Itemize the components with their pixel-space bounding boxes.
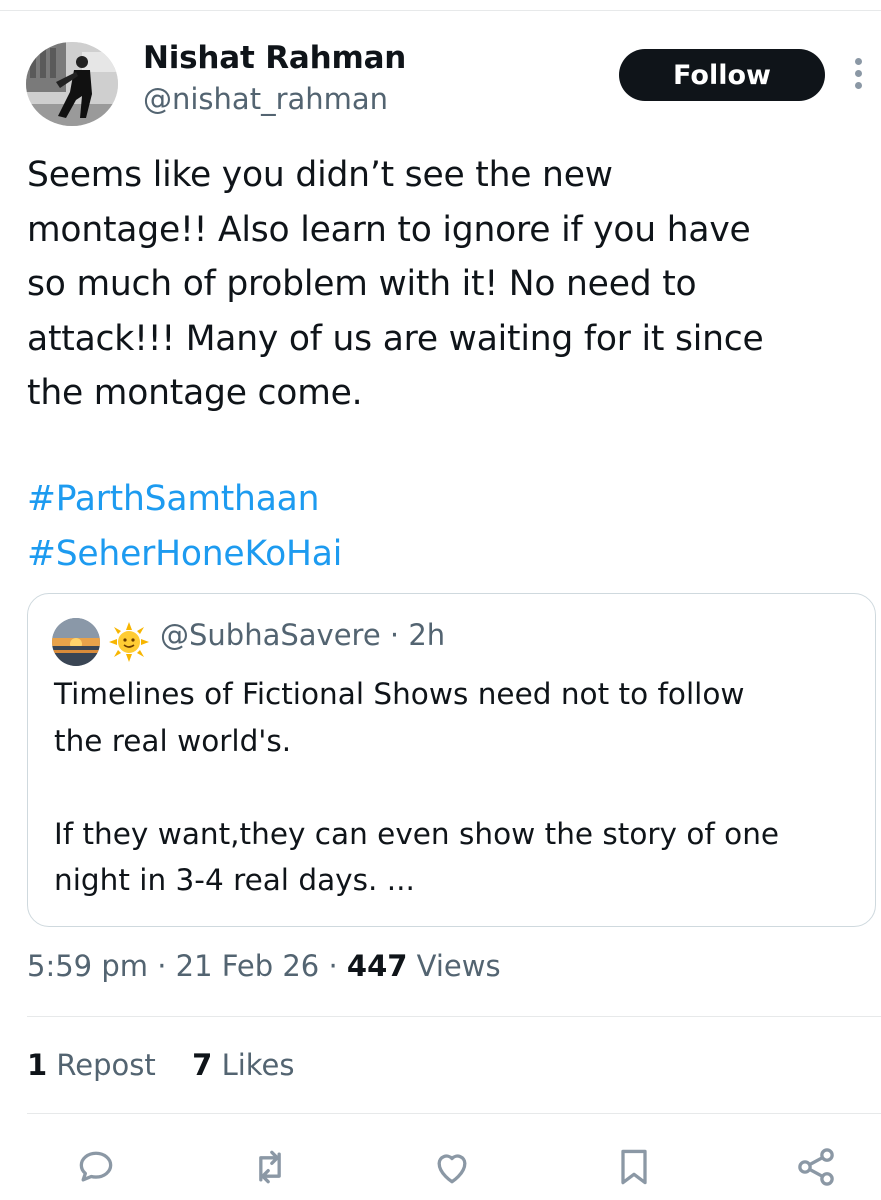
- views-count: 447: [346, 949, 408, 983]
- quoted-tweet-card[interactable]: @SubhaSavere · 2h Timelines of Fictional…: [27, 593, 876, 927]
- bookmark-icon[interactable]: [612, 1145, 656, 1189]
- author-name[interactable]: Nishat Rahman: [143, 40, 406, 76]
- likes-label: Likes: [221, 1048, 295, 1082]
- likes-stat[interactable]: 7 Likes: [192, 1048, 294, 1082]
- reposts-stat[interactable]: 1 Repost: [27, 1048, 165, 1082]
- author-avatar[interactable]: [26, 42, 118, 126]
- meta-separator: ·: [157, 949, 167, 983]
- quoted-author-avatar: [52, 618, 100, 666]
- quoted-author-handle[interactable]: @SubhaSavere: [160, 618, 381, 652]
- divider: [27, 1016, 881, 1017]
- follow-button[interactable]: Follow: [619, 49, 825, 101]
- share-icon[interactable]: [794, 1145, 838, 1189]
- tweet-date[interactable]: 21 Feb 26: [176, 949, 320, 983]
- reposts-count: 1: [27, 1048, 48, 1082]
- repost-icon[interactable]: [248, 1145, 292, 1189]
- quoted-tweet-meta: @SubhaSavere · 2h: [160, 618, 445, 652]
- reposts-label: Repost: [56, 1048, 156, 1082]
- meta-separator: ·: [389, 618, 400, 652]
- views-label: Views: [416, 949, 501, 983]
- hashtag-link[interactable]: #SeherHoneKoHai: [27, 527, 342, 582]
- hashtag-list: #ParthSamthaan #SeherHoneKoHai: [27, 472, 342, 581]
- top-divider: [0, 10, 881, 11]
- tweet-timestamp-row: 5:59 pm · 21 Feb 26 · 447 Views: [27, 949, 501, 983]
- author-handle[interactable]: @nishat_rahman: [143, 82, 388, 116]
- tweet-time[interactable]: 5:59 pm: [27, 949, 148, 983]
- likes-count: 7: [192, 1048, 213, 1082]
- quoted-tweet-text: Timelines of Fictional Shows need not to…: [54, 677, 780, 897]
- reply-icon[interactable]: [74, 1145, 118, 1189]
- more-options-icon[interactable]: [848, 58, 868, 94]
- tweet-text: Seems like you didn’t see the new montag…: [27, 155, 764, 413]
- like-icon[interactable]: [430, 1145, 474, 1189]
- sun-emoji-icon: [108, 621, 150, 663]
- hashtag-link[interactable]: #ParthSamthaan: [27, 472, 342, 527]
- quoted-tweet-age: 2h: [408, 618, 446, 652]
- divider: [27, 1113, 881, 1114]
- engagement-stats: 1 Repost 7 Likes: [27, 1048, 295, 1082]
- meta-separator: ·: [328, 949, 338, 983]
